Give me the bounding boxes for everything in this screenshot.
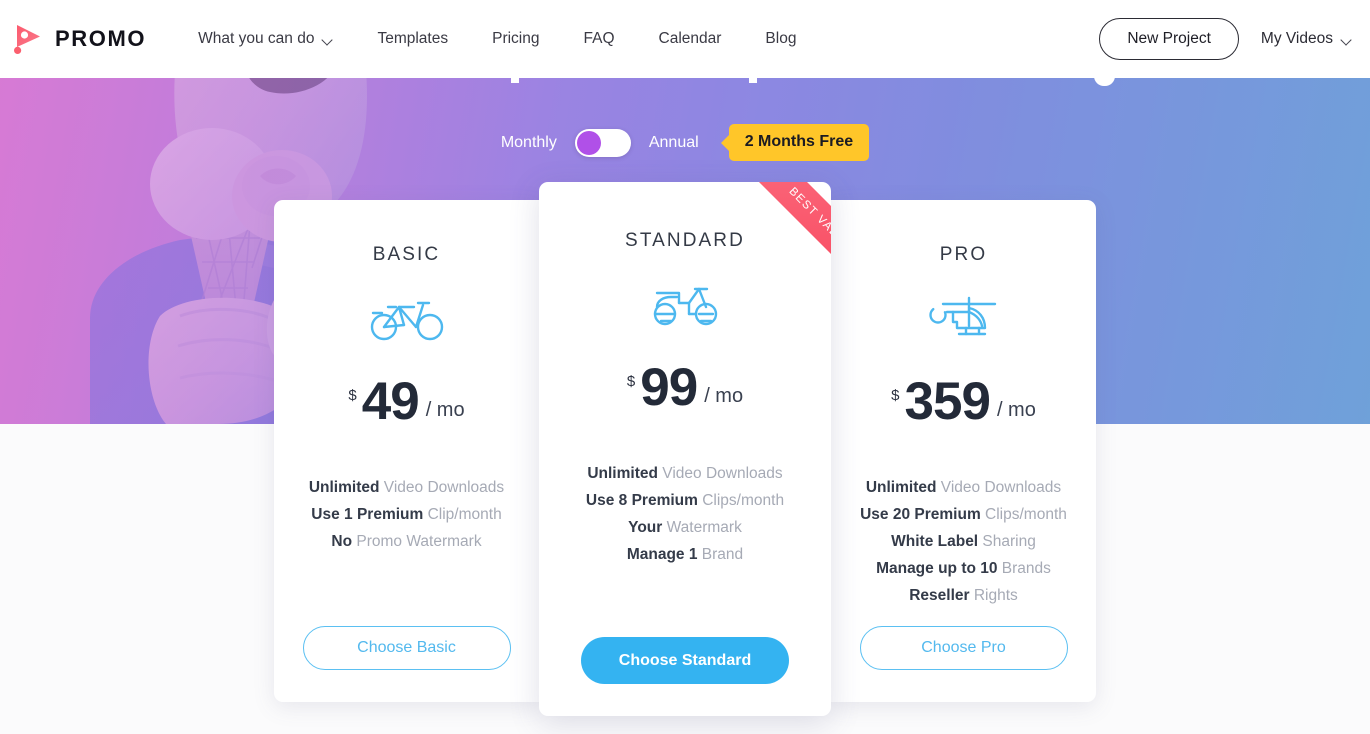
price-pro: $ 359 / mo	[891, 372, 1036, 431]
price-basic: $ 49 / mo	[348, 372, 465, 431]
feature-list-basic: Unlimited Video Downloads Use 1 Premium …	[274, 479, 539, 551]
price-amount: 99	[640, 358, 698, 417]
price-amount: 49	[361, 372, 420, 431]
feature-item: No Promo Watermark	[331, 532, 482, 550]
feature-item: Unlimited Video Downloads	[308, 478, 505, 496]
currency-symbol: $	[348, 387, 357, 404]
pricing-card-basic: BASIC $ 49 / mo Unlimited Video Download…	[274, 200, 539, 702]
nav-item-label: Calendar	[658, 30, 722, 47]
price-period: / mo	[996, 399, 1036, 421]
nav-item-blog[interactable]: Blog	[743, 30, 818, 48]
billing-annual-label[interactable]: Annual	[649, 134, 699, 152]
nav-item-pricing[interactable]: Pricing	[470, 30, 561, 48]
promo-badge-2-months-free[interactable]: 2 Months Free	[728, 124, 870, 161]
cta-wrap-pro: Choose Pro	[831, 626, 1096, 670]
price-amount: 359	[904, 372, 991, 431]
top-navigation-bar: PROMO What you can do Templates Pricing …	[0, 0, 1370, 78]
plan-name-standard: STANDARD	[625, 230, 745, 251]
price-period: / mo	[425, 399, 465, 421]
best-value-ribbon-label: BEST VALUE	[786, 185, 831, 253]
brand-name: PROMO	[55, 26, 147, 51]
currency-symbol: $	[891, 387, 900, 404]
nav-item-label: Templates	[377, 30, 449, 47]
nav-item-label: Blog	[765, 30, 797, 47]
feature-item: White Label Sharing	[891, 532, 1036, 550]
choose-basic-button[interactable]: Choose Basic	[302, 626, 511, 670]
feature-list-pro: Unlimited Video Downloads Use 20 Premium…	[831, 479, 1096, 605]
chevron-down-icon	[1342, 36, 1352, 42]
plan-name-basic: BASIC	[372, 244, 441, 265]
play-triangle-icon	[14, 25, 40, 54]
feature-item: Use 1 Premium Clip/month	[311, 505, 502, 523]
choose-standard-button[interactable]: Choose Standard	[581, 637, 789, 684]
primary-nav: What you can do Templates Pricing FAQ Ca…	[176, 30, 818, 48]
chevron-down-icon	[323, 36, 333, 42]
feature-item: Reseller Rights	[909, 586, 1018, 604]
helicopter-icon	[923, 292, 1005, 344]
nav-actions: New Project My Videos	[1099, 18, 1356, 60]
pricing-card-standard: BEST VALUE STANDARD $ 99 / mo Unlimited …	[539, 182, 831, 716]
bicycle-icon	[368, 292, 446, 344]
feature-item: Unlimited Video Downloads	[865, 478, 1062, 496]
cta-wrap-basic: Choose Basic	[274, 626, 539, 670]
nav-item-templates[interactable]: Templates	[355, 30, 470, 48]
billing-period-switcher: Monthly Annual 2 Months Free	[0, 124, 1370, 161]
plan-name-pro: PRO	[939, 244, 988, 265]
feature-item: Unlimited Video Downloads	[587, 464, 783, 482]
billing-toggle-knob	[576, 130, 601, 155]
feature-item: Use 20 Premium Clips/month	[860, 505, 1067, 523]
price-standard: $ 99 / mo	[626, 358, 744, 417]
billing-monthly-label[interactable]: Monthly	[501, 134, 557, 152]
currency-symbol: $	[626, 373, 636, 390]
choose-pro-button[interactable]: Choose Pro	[859, 626, 1068, 670]
new-project-button[interactable]: New Project	[1099, 18, 1239, 60]
nav-item-label: FAQ	[583, 30, 615, 47]
brand-logo[interactable]: PROMO	[12, 22, 146, 56]
nav-item-calendar[interactable]: Calendar	[637, 30, 744, 48]
billing-toggle[interactable]	[574, 128, 631, 157]
price-period: / mo	[704, 385, 744, 407]
scooter-icon	[649, 278, 721, 330]
feature-item: Manage 1 Brand	[626, 545, 744, 563]
feature-item: Your Watermark	[628, 518, 742, 536]
nav-item-label: Pricing	[492, 30, 540, 47]
nav-item-faq[interactable]: FAQ	[562, 30, 637, 48]
cta-wrap-standard: Choose Standard	[539, 637, 831, 684]
pricing-card-pro: PRO $ 359 / mo Unlimited Video Downloads…	[831, 200, 1096, 702]
feature-list-standard: Unlimited Video Downloads Use 8 Premium …	[539, 465, 831, 564]
nav-item-label: What you can do	[198, 30, 315, 47]
nav-item-what-you-can-do[interactable]: What you can do	[176, 30, 355, 48]
my-videos-menu[interactable]: My Videos	[1261, 30, 1356, 48]
feature-item: Use 8 Premium Clips/month	[585, 491, 785, 509]
my-videos-label: My Videos	[1260, 30, 1333, 47]
pricing-plans: BASIC $ 49 / mo Unlimited Video Download…	[0, 182, 1370, 716]
feature-item: Manage up to 10 Brands	[876, 559, 1051, 577]
